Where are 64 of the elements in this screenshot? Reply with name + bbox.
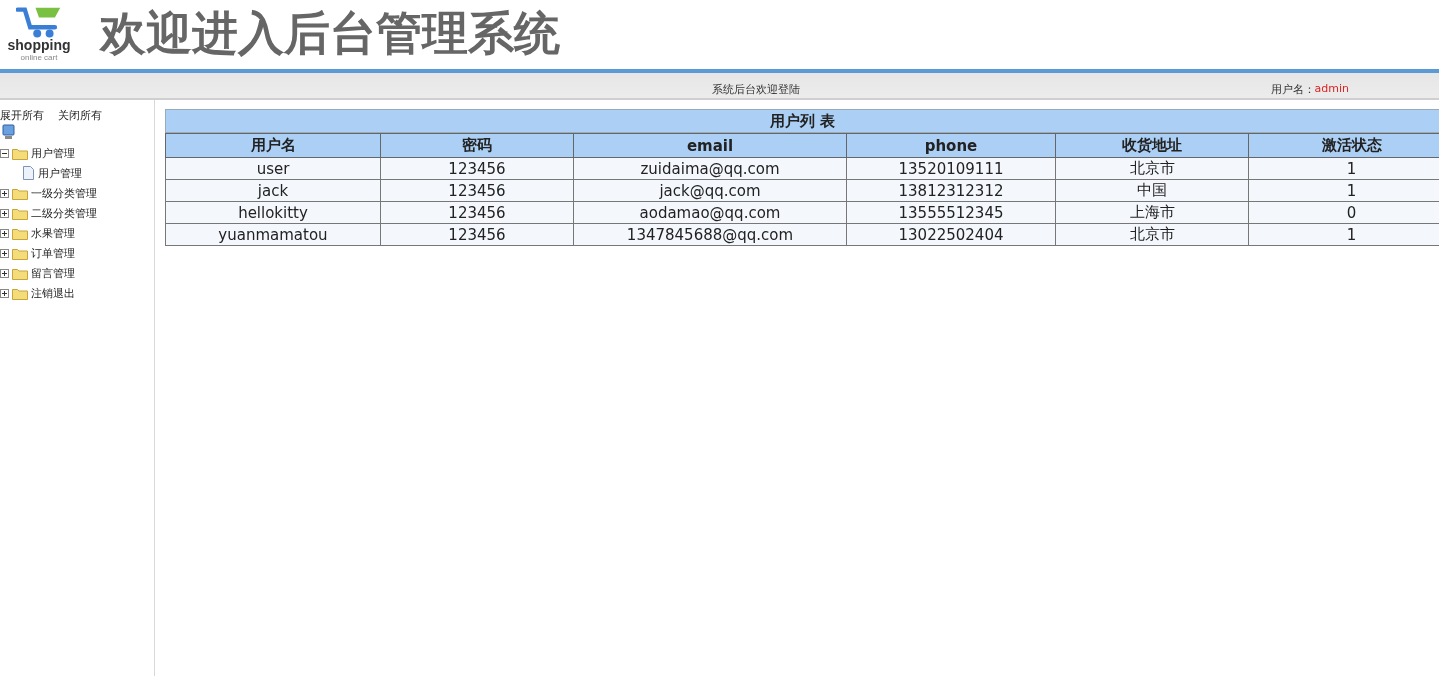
- expand-toggle-icon[interactable]: [0, 188, 9, 198]
- computer-icon: [2, 124, 16, 140]
- page-title: 欢迎进入后台管理系统: [100, 5, 560, 62]
- table-cell: 13022502404: [846, 223, 1056, 246]
- table-title: 用户列 表: [165, 109, 1439, 133]
- collapse-all-link[interactable]: 关闭所有: [58, 107, 102, 123]
- expand-toggle-icon[interactable]: [0, 228, 9, 238]
- column-header: 激活状态: [1248, 133, 1439, 158]
- shopping-cart-icon: [16, 6, 62, 38]
- tree-item[interactable]: 水果管理: [31, 225, 75, 241]
- tree-item[interactable]: 一级分类管理: [31, 185, 97, 201]
- expand-toggle-icon[interactable]: [0, 288, 9, 298]
- folder-icon: [12, 226, 28, 240]
- column-header: 用户名: [165, 133, 381, 158]
- tree-item[interactable]: 用户管理: [31, 145, 75, 161]
- table-cell: 123456: [380, 157, 574, 180]
- table-cell: jack: [165, 179, 381, 202]
- table-cell: 13555512345: [846, 201, 1056, 224]
- column-header: 收货地址: [1055, 133, 1249, 158]
- table-cell: 13812312312: [846, 179, 1056, 202]
- expand-toggle-icon[interactable]: [0, 268, 9, 278]
- tree-item[interactable]: 用户管理: [38, 165, 82, 181]
- expand-toggle-icon[interactable]: [0, 248, 9, 258]
- table-cell: 北京市: [1055, 223, 1249, 246]
- logo-text: shopping: [7, 38, 71, 53]
- table-cell: 123456: [380, 223, 574, 246]
- table-cell: aodamao@qq.com: [573, 201, 847, 224]
- table-cell: 13520109111: [846, 157, 1056, 180]
- table-cell: 1: [1248, 223, 1439, 246]
- table-cell: 上海市: [1055, 201, 1249, 224]
- table-cell: hellokitty: [165, 201, 381, 224]
- tree-item[interactable]: 注销退出: [31, 285, 75, 301]
- table-cell: 1347845688@qq.com: [573, 223, 847, 246]
- table-cell: 0: [1248, 201, 1439, 224]
- folder-icon: [12, 146, 28, 160]
- user-name: admin: [1314, 82, 1349, 97]
- column-header: 密码: [380, 133, 574, 158]
- welcome-message: 系统后台欢迎登陆: [712, 82, 800, 97]
- tree-item[interactable]: 留言管理: [31, 265, 75, 281]
- tree-item[interactable]: 二级分类管理: [31, 205, 97, 221]
- table-cell: 中国: [1055, 179, 1249, 202]
- table-cell: user: [165, 157, 381, 180]
- table-cell: yuanmamatou: [165, 223, 381, 246]
- expand-toggle-icon[interactable]: [0, 208, 9, 218]
- folder-icon: [12, 186, 28, 200]
- table-cell: 北京市: [1055, 157, 1249, 180]
- table-cell: 1: [1248, 179, 1439, 202]
- table-cell: jack@qq.com: [573, 179, 847, 202]
- document-icon: [22, 166, 35, 180]
- folder-icon: [12, 286, 28, 300]
- expand-all-link[interactable]: 展开所有: [0, 107, 44, 123]
- tree-item[interactable]: 订单管理: [31, 245, 75, 261]
- table-cell: zuidaima@qq.com: [573, 157, 847, 180]
- table-cell: 123456: [380, 179, 574, 202]
- table-cell: 123456: [380, 201, 574, 224]
- column-header: phone: [846, 133, 1056, 158]
- logo-subtext: online cart: [20, 53, 58, 62]
- column-header: email: [573, 133, 847, 158]
- user-label: 用户名：: [1270, 82, 1315, 97]
- folder-icon: [12, 266, 28, 280]
- collapse-toggle-icon[interactable]: [0, 148, 9, 158]
- folder-icon: [12, 246, 28, 260]
- table-cell: 1: [1248, 157, 1439, 180]
- folder-icon: [12, 206, 28, 220]
